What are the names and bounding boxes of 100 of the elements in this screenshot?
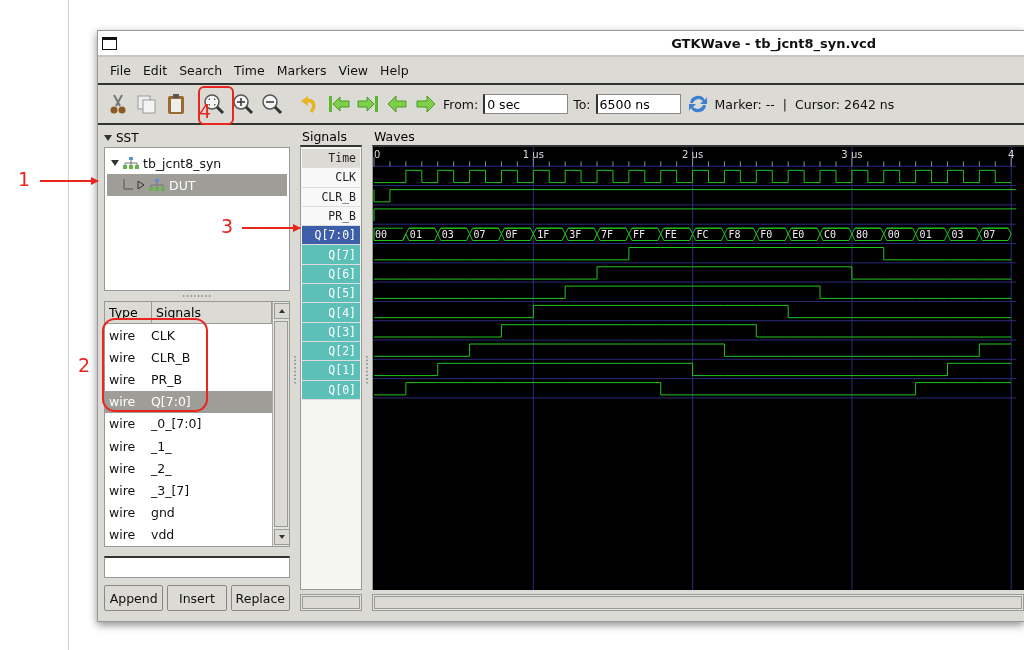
horizontal-scrollbar[interactable]	[372, 594, 1024, 611]
sst-title: SST	[116, 131, 139, 145]
zoom-in-icon[interactable]	[231, 92, 255, 116]
annotation-label: 2	[78, 354, 91, 376]
type-text: wire	[108, 394, 137, 410]
bus-value: 07	[983, 228, 996, 240]
action-button[interactable]: Insert	[167, 585, 227, 611]
grip-icon[interactable]	[182, 294, 212, 298]
bus-value: 01	[919, 228, 932, 240]
annotation-outline	[198, 86, 234, 125]
menu-item[interactable]: Edit	[136, 62, 174, 78]
grip-icon[interactable]	[365, 355, 369, 385]
action-button[interactable]: Append	[104, 585, 164, 611]
signal-list-row[interactable]: wire vdd	[105, 523, 272, 546]
bus-value: FF	[632, 228, 645, 240]
hierarchy-icon	[149, 179, 165, 191]
time-label: 1 us	[522, 149, 544, 160]
bus-value: 01	[409, 228, 422, 240]
annotation-arrow	[241, 224, 301, 232]
grip-icon[interactable]	[293, 355, 297, 385]
annotation-label: 3	[221, 215, 234, 237]
bus-value: 1F	[537, 228, 550, 240]
signal-list-row[interactable]: wire gnd	[105, 501, 272, 524]
bus-value: 00	[887, 228, 900, 240]
bus-value: F8	[728, 228, 741, 240]
menu-item[interactable]: File	[104, 62, 137, 78]
menu-item[interactable]: View	[332, 62, 375, 78]
signal-name-text: _1_	[150, 438, 172, 454]
menu-item[interactable]: Help	[374, 62, 415, 78]
bus-value: 07	[473, 228, 486, 240]
search-field[interactable]	[104, 556, 290, 578]
signal-row[interactable]: Q[7:0]	[302, 226, 360, 246]
menu-item[interactable]: Search	[173, 62, 229, 78]
type-text: wire	[108, 327, 137, 343]
separator-text: |	[782, 96, 787, 112]
expander-down-icon[interactable]	[104, 134, 112, 142]
tree-item[interactable]: tb_jcnt8_syn	[107, 152, 287, 174]
signal-list-row[interactable]: wire PR_B	[105, 368, 272, 391]
signal-row[interactable]: CLR_B	[302, 187, 360, 207]
signal-list-row[interactable]: wire _0_[7:0]	[105, 412, 272, 435]
time-label: 3 us	[841, 149, 863, 160]
horizontal-scrollbar[interactable]	[300, 594, 362, 611]
annotation-label: 4	[199, 100, 212, 122]
tree-line-icon	[123, 179, 133, 191]
copy-icon[interactable]	[135, 92, 159, 116]
signal-list-row[interactable]: wire CLR_B	[105, 346, 272, 369]
bus-value: 03	[441, 228, 454, 240]
bus-value: FE	[664, 228, 677, 240]
scroll-down-icon[interactable]	[274, 529, 290, 545]
menu-item[interactable]: Time	[228, 62, 271, 78]
action-button[interactable]: Replace	[230, 585, 290, 611]
signal-row[interactable]: Time	[302, 149, 360, 169]
bus-value: 3F	[569, 228, 582, 240]
window-title: GTKWave - tb_jcnt8_syn.vcd	[671, 35, 876, 51]
window-icon	[102, 36, 117, 50]
time-label: 4	[1008, 149, 1015, 160]
signal-name-text: _0_[7:0]	[150, 416, 202, 432]
zoom-fit-icon[interactable]	[202, 92, 226, 116]
type-text: wire	[108, 505, 137, 521]
cursor-readout: Cursor: 2642 ns	[795, 96, 895, 112]
signal-row[interactable]: PR_B	[302, 206, 360, 227]
signal-name-text: gnd	[150, 505, 175, 521]
signal-name-text: CLR_B	[150, 349, 191, 365]
type-text: wire	[108, 438, 137, 454]
scroll-up-icon[interactable]	[274, 303, 290, 319]
annotation-arrow	[39, 177, 99, 185]
type-text: wire	[108, 349, 137, 365]
bus-value: E0	[792, 228, 805, 240]
bus-value: 7F	[601, 228, 614, 240]
menu-item[interactable]: Markers	[270, 62, 333, 78]
from-label: From:	[443, 96, 479, 112]
bus-value: FC	[696, 228, 709, 240]
signal-name-text: _3_[7]	[150, 483, 190, 498]
bus-value: 00	[375, 228, 388, 240]
time-label: 2 us	[682, 149, 704, 160]
type-text: wire	[108, 483, 137, 498]
type-text: wire	[108, 372, 137, 387]
to-label: To:	[573, 96, 591, 112]
bus-value: F0	[760, 228, 773, 240]
bus-value: 80	[855, 228, 868, 240]
annotation-label: 1	[18, 168, 31, 190]
to-field[interactable]: 6500 ns	[595, 94, 681, 114]
signal-list-row[interactable]: wire _2_	[105, 457, 272, 480]
vertical-scrollbar[interactable]	[272, 302, 289, 546]
marker-readout: Marker: --	[714, 96, 775, 112]
type-text: wire	[108, 527, 137, 543]
signal-name-text: CLK	[150, 327, 175, 343]
signal-list-row[interactable]: wire _3_[7]	[105, 479, 272, 502]
type-text: wire	[108, 460, 137, 476]
signal-row[interactable]: CLK	[302, 168, 360, 188]
bus-value: 03	[951, 228, 964, 240]
pane-title: Signals	[301, 129, 348, 145]
expander-right-icon[interactable]	[137, 181, 145, 189]
expander-down-icon[interactable]	[111, 159, 119, 167]
signal-list-row[interactable]: wire CLK	[105, 324, 272, 347]
signal-name-text: Q[7:0]	[150, 394, 191, 410]
signal-list-row[interactable]: wire _1_	[105, 435, 272, 458]
signal-name-text: _2_	[150, 460, 172, 476]
from-field[interactable]: 0 sec	[483, 94, 569, 114]
zoom-out-icon[interactable]	[260, 92, 284, 116]
